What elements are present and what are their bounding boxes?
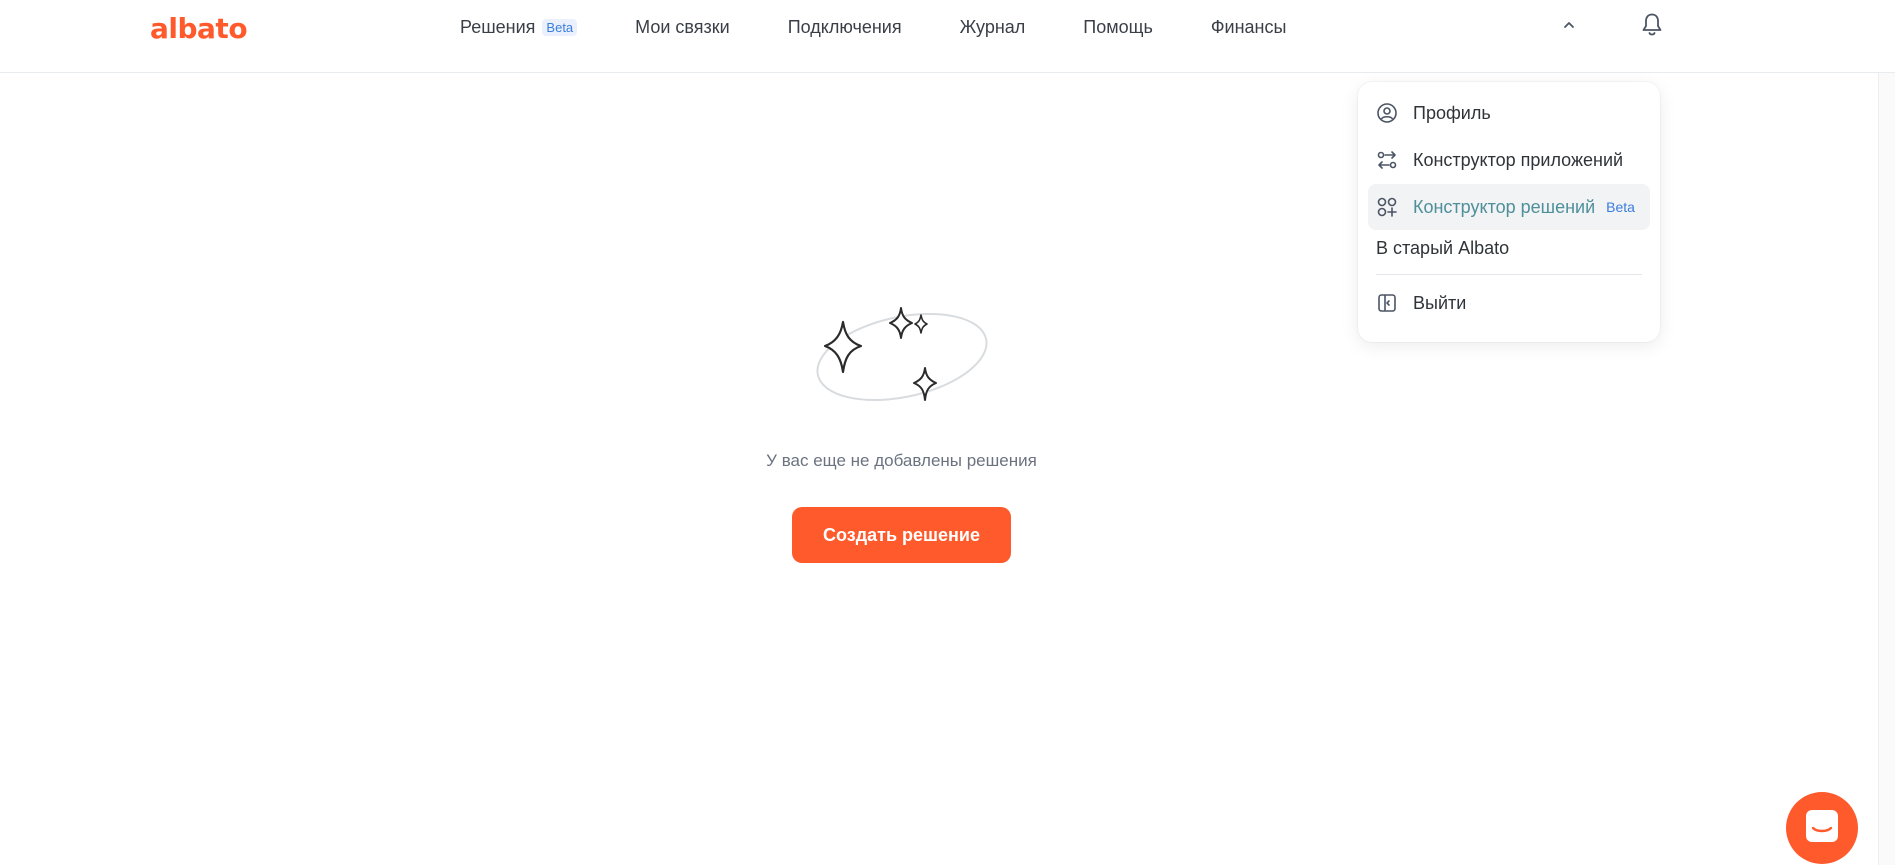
nav-item-label: Помощь bbox=[1083, 16, 1153, 37]
menu-item-old-albato[interactable]: В старый Albato bbox=[1376, 238, 1509, 259]
solutions-builder-icon bbox=[1377, 197, 1397, 217]
nav-item-help[interactable]: Помощь bbox=[1083, 17, 1153, 38]
create-solution-button[interactable]: Создать решение bbox=[792, 507, 1011, 563]
nav-item-solutions[interactable]: Решения Beta bbox=[460, 16, 578, 38]
nav-item-label: Решения bbox=[460, 16, 536, 37]
sparkles-illustration bbox=[816, 307, 988, 402]
menu-item-label: Выйти bbox=[1413, 292, 1467, 313]
nav-item-label: Мои связки bbox=[635, 16, 730, 37]
app-builder-icon bbox=[1377, 151, 1397, 169]
user-menu-dropdown: Профиль Конструктор приложений Конструкт… bbox=[1358, 82, 1660, 342]
top-navbar: albato Решения Beta Мои связки Подключен… bbox=[0, 0, 1895, 73]
nav-item-label: Подключения bbox=[787, 16, 902, 37]
albato-logo[interactable]: albato bbox=[150, 12, 248, 45]
menu-item-logout[interactable]: Выйти bbox=[1368, 280, 1650, 326]
chat-icon bbox=[1806, 810, 1838, 842]
nav-item-label: Финансы bbox=[1210, 16, 1287, 37]
logout-icon bbox=[1378, 294, 1396, 312]
support-chat-button[interactable] bbox=[1786, 792, 1858, 864]
menu-item-profile[interactable]: Профиль bbox=[1368, 90, 1650, 136]
page-scrollbar[interactable] bbox=[1878, 73, 1895, 865]
nav-item-label: Журнал bbox=[959, 16, 1026, 37]
beta-badge: Beta bbox=[542, 18, 578, 36]
nav-item-my-bundles[interactable]: Мои связки bbox=[635, 17, 730, 38]
bell-icon[interactable] bbox=[1640, 12, 1664, 38]
chevron-up-icon[interactable] bbox=[1560, 16, 1578, 34]
empty-state-message: У вас еще не добавлены решения bbox=[766, 451, 1037, 470]
beta-badge: Beta bbox=[1606, 199, 1635, 215]
menu-item-label: Профиль bbox=[1413, 102, 1491, 123]
main-nav: Решения Beta Мои связки Подключения Журн… bbox=[460, 0, 1286, 54]
menu-item-label: Конструктор решений bbox=[1413, 196, 1596, 217]
nav-item-connections[interactable]: Подключения bbox=[788, 17, 902, 38]
user-circle-icon bbox=[1377, 103, 1397, 123]
menu-divider bbox=[1376, 274, 1642, 275]
nav-item-finance[interactable]: Финансы bbox=[1211, 17, 1287, 38]
nav-item-log[interactable]: Журнал bbox=[960, 17, 1026, 38]
menu-item-solutions-builder[interactable]: Конструктор решений Beta bbox=[1368, 184, 1650, 230]
menu-item-app-builder[interactable]: Конструктор приложений bbox=[1368, 137, 1650, 183]
menu-item-label: Конструктор приложений bbox=[1413, 149, 1624, 170]
